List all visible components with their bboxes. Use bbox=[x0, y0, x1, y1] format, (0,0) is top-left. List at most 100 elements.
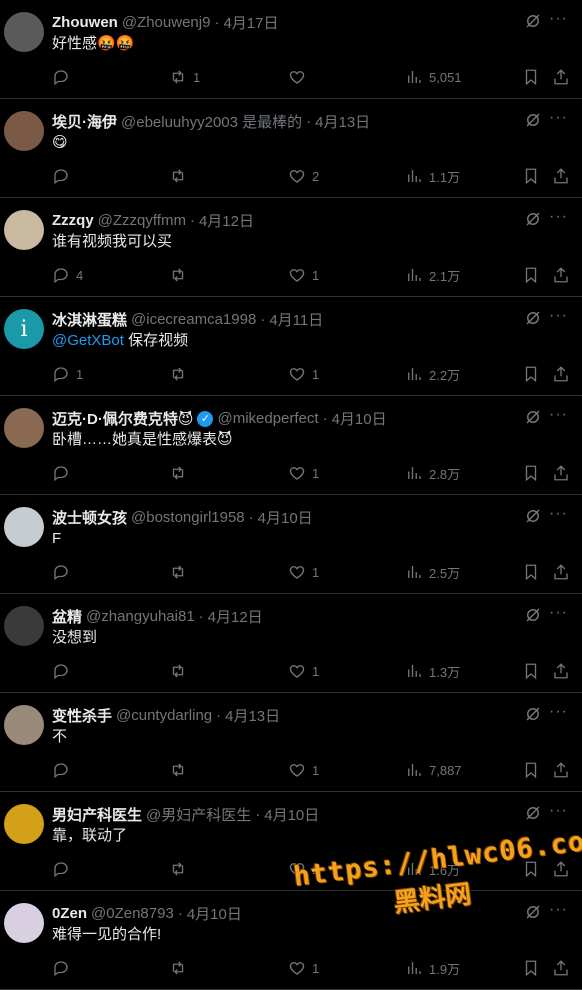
bookmark-button[interactable] bbox=[522, 68, 540, 86]
like-button[interactable]: 1 bbox=[288, 464, 319, 482]
bookmark-button[interactable] bbox=[522, 563, 540, 581]
author-name[interactable]: 男妇产科医生 bbox=[52, 804, 142, 825]
tweet[interactable]: i 冰淇淋蛋糕 @icecreamca1998 · 4月11日 ··· @Get… bbox=[0, 297, 582, 396]
bookmark-button[interactable] bbox=[522, 860, 540, 878]
avatar[interactable] bbox=[4, 903, 44, 943]
retweet-button[interactable] bbox=[169, 365, 193, 383]
tweet[interactable]: 迈克·D·佩尔费克特😈 ✓ @mikedperfect · 4月10日 ··· … bbox=[0, 396, 582, 495]
tweet[interactable]: 0Zen @0Zen8793 · 4月10日 ··· 难得一见的合作! 1 1.… bbox=[0, 891, 582, 990]
avatar[interactable] bbox=[4, 804, 44, 844]
author-name[interactable]: Zzzqy bbox=[52, 212, 94, 229]
tweet[interactable]: Zhouwen @Zhouwenj9 · 4月17日 ··· 好性感🤬🤬 1 5… bbox=[0, 0, 582, 99]
grok-icon[interactable] bbox=[524, 408, 542, 426]
share-button[interactable] bbox=[552, 860, 570, 878]
tweet[interactable]: 波士顿女孩 @bostongirl1958 · 4月10日 ··· F 1 2.… bbox=[0, 495, 582, 594]
tweet-date[interactable]: 4月12日 bbox=[208, 606, 263, 627]
author-name[interactable]: 变性杀手 bbox=[52, 705, 112, 726]
reply-button[interactable] bbox=[52, 761, 76, 779]
tweet-date[interactable]: 4月10日 bbox=[187, 903, 242, 924]
author-handle[interactable]: @cuntydarling bbox=[116, 707, 212, 724]
like-button[interactable]: 1 bbox=[288, 365, 319, 383]
grok-icon[interactable] bbox=[524, 111, 542, 129]
author-handle[interactable]: @icecreamca1998 bbox=[131, 311, 256, 328]
views-button[interactable]: 2.2万 bbox=[405, 365, 460, 384]
bookmark-button[interactable] bbox=[522, 662, 540, 680]
more-icon[interactable]: ··· bbox=[549, 901, 568, 919]
author-name[interactable]: 盆精 bbox=[52, 606, 82, 627]
share-button[interactable] bbox=[552, 266, 570, 284]
avatar[interactable] bbox=[4, 210, 44, 250]
tweet-date[interactable]: 4月17日 bbox=[223, 12, 278, 33]
tweet-date[interactable]: 4月10日 bbox=[258, 507, 313, 528]
reply-button[interactable] bbox=[52, 167, 76, 185]
bookmark-button[interactable] bbox=[522, 464, 540, 482]
tweet[interactable]: 变性杀手 @cuntydarling · 4月13日 ··· 不 1 7,887 bbox=[0, 693, 582, 792]
grok-icon[interactable] bbox=[524, 12, 542, 30]
author-name[interactable]: 埃贝·海伊 bbox=[52, 111, 117, 132]
grok-icon[interactable] bbox=[524, 705, 542, 723]
reply-button[interactable] bbox=[52, 68, 76, 86]
like-button[interactable]: 2 bbox=[288, 167, 319, 185]
retweet-button[interactable] bbox=[169, 563, 193, 581]
reply-button[interactable]: 1 bbox=[52, 365, 83, 383]
author-handle[interactable]: @Zzzqyffmm bbox=[98, 212, 186, 229]
grok-icon[interactable] bbox=[524, 309, 542, 327]
grok-icon[interactable] bbox=[524, 804, 542, 822]
reply-button[interactable] bbox=[52, 959, 76, 977]
retweet-button[interactable] bbox=[169, 266, 193, 284]
grok-icon[interactable] bbox=[524, 210, 542, 228]
tweet-date[interactable]: 4月10日 bbox=[264, 804, 319, 825]
author-handle[interactable]: @bostongirl1958 bbox=[131, 509, 245, 526]
tweet[interactable]: Zzzqy @Zzzqyffmm · 4月12日 ··· 谁有视频我可以买 4 … bbox=[0, 198, 582, 297]
grok-icon[interactable] bbox=[524, 606, 542, 624]
more-icon[interactable]: ··· bbox=[549, 505, 568, 523]
author-handle[interactable]: @zhangyuhai81 bbox=[86, 608, 195, 625]
author-handle[interactable]: @0Zen8793 bbox=[91, 905, 174, 922]
views-button[interactable]: 2.5万 bbox=[405, 563, 460, 582]
retweet-button[interactable]: 1 bbox=[169, 68, 200, 86]
reply-button[interactable] bbox=[52, 860, 76, 878]
share-button[interactable] bbox=[552, 68, 570, 86]
avatar[interactable] bbox=[4, 606, 44, 646]
avatar[interactable] bbox=[4, 12, 44, 52]
author-handle[interactable]: @Zhouwenj9 bbox=[122, 14, 211, 31]
mention-link[interactable]: @GetXBot bbox=[52, 332, 124, 349]
share-button[interactable] bbox=[552, 563, 570, 581]
avatar[interactable] bbox=[4, 111, 44, 151]
retweet-button[interactable] bbox=[169, 167, 193, 185]
tweet-date[interactable]: 4月13日 bbox=[225, 705, 280, 726]
views-button[interactable]: 2.1万 bbox=[405, 266, 460, 285]
like-button[interactable] bbox=[288, 68, 312, 86]
more-icon[interactable]: ··· bbox=[549, 208, 568, 226]
more-icon[interactable]: ··· bbox=[549, 604, 568, 622]
author-handle[interactable]: @mikedperfect bbox=[217, 410, 318, 427]
retweet-button[interactable] bbox=[169, 860, 193, 878]
tweet-date[interactable]: 4月13日 bbox=[315, 111, 370, 132]
more-icon[interactable]: ··· bbox=[549, 703, 568, 721]
retweet-button[interactable] bbox=[169, 761, 193, 779]
avatar[interactable]: i bbox=[4, 309, 44, 349]
tweet-date[interactable]: 4月10日 bbox=[332, 408, 387, 429]
author-name[interactable]: Zhouwen bbox=[52, 14, 118, 31]
retweet-button[interactable] bbox=[169, 959, 193, 977]
tweet[interactable]: 埃贝·海伊 @ebeluuhyy2003 是最棒的 · 4月13日 ··· 😋 … bbox=[0, 99, 582, 198]
avatar[interactable] bbox=[4, 408, 44, 448]
views-button[interactable]: 5,051 bbox=[405, 68, 462, 86]
views-button[interactable]: 1.6万 bbox=[405, 860, 460, 879]
grok-icon[interactable] bbox=[524, 507, 542, 525]
avatar[interactable] bbox=[4, 507, 44, 547]
grok-icon[interactable] bbox=[524, 903, 542, 921]
reply-button[interactable] bbox=[52, 464, 76, 482]
retweet-button[interactable] bbox=[169, 662, 193, 680]
like-button[interactable]: 1 bbox=[288, 761, 319, 779]
author-name[interactable]: 迈克·D·佩尔费克特😈 bbox=[52, 408, 193, 429]
share-button[interactable] bbox=[552, 365, 570, 383]
bookmark-button[interactable] bbox=[522, 266, 540, 284]
views-button[interactable]: 7,887 bbox=[405, 761, 462, 779]
like-button[interactable]: 1 bbox=[288, 662, 319, 680]
retweet-button[interactable] bbox=[169, 464, 193, 482]
more-icon[interactable]: ··· bbox=[549, 307, 568, 325]
reply-button[interactable]: 4 bbox=[52, 266, 83, 284]
views-button[interactable]: 1.9万 bbox=[405, 959, 460, 978]
like-button[interactable]: 1 bbox=[288, 266, 319, 284]
